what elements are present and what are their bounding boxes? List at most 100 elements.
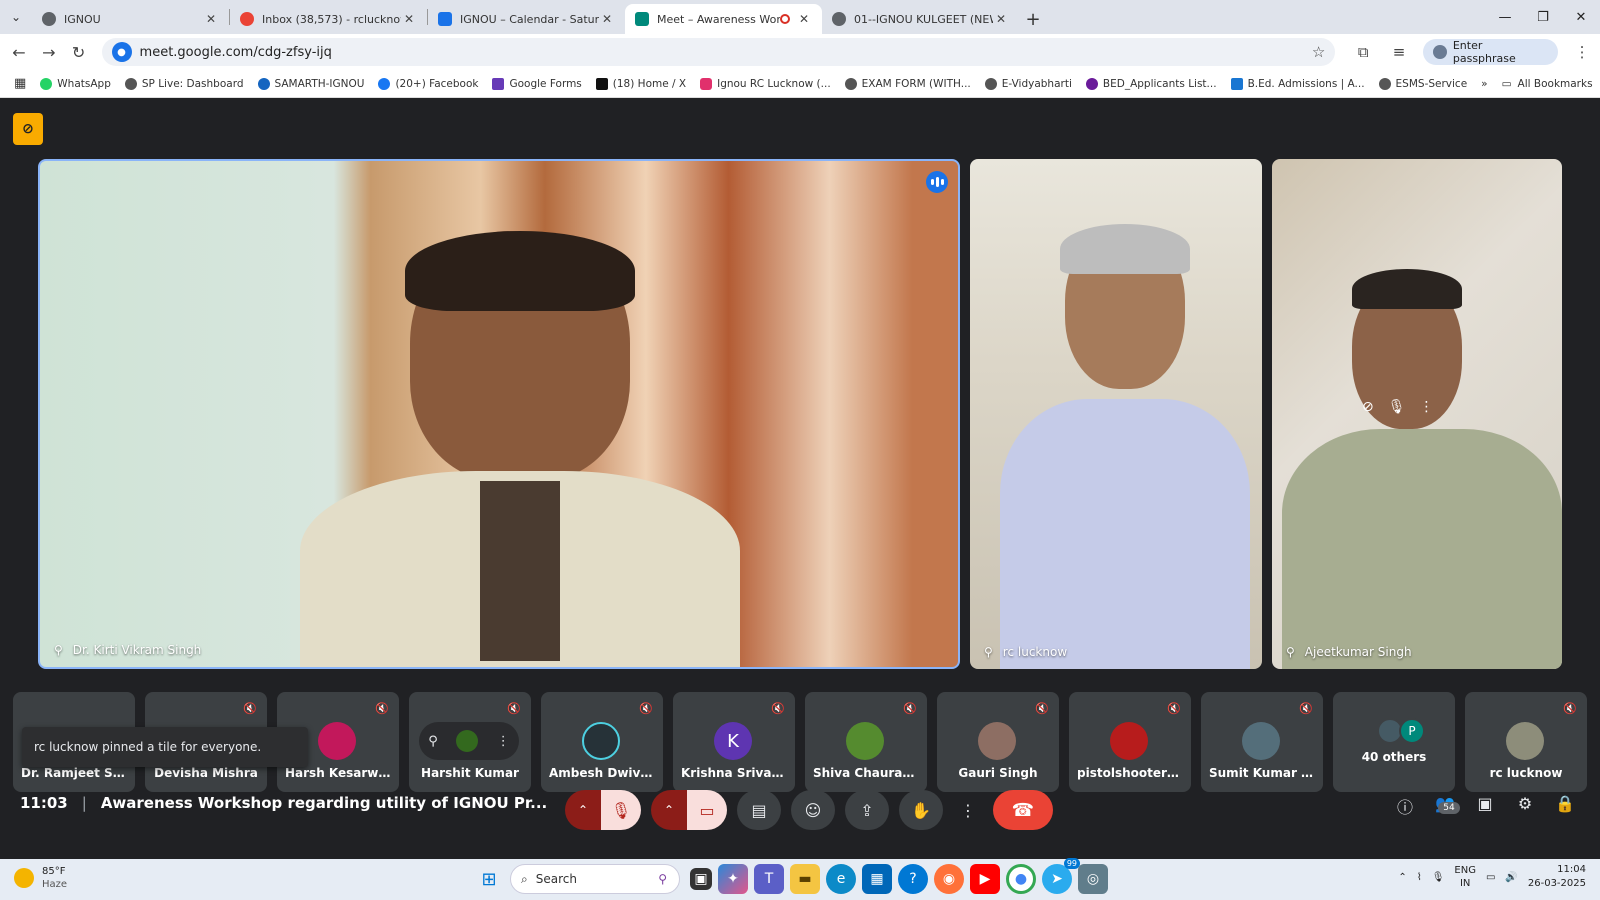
chrome-icon[interactable]: ● (1006, 864, 1036, 894)
copilot-icon[interactable]: ✦ (718, 864, 748, 894)
display-icon[interactable]: ▭ (1486, 872, 1495, 883)
unpin-icon[interactable]: ⊘ (1362, 399, 1374, 415)
pin-icon[interactable]: ⚲ (1286, 645, 1295, 659)
participant-tile[interactable]: 🔇 Ambesh Dwivedi (541, 692, 663, 792)
raise-hand-button[interactable]: ✋ (899, 790, 943, 830)
participant-tile[interactable]: 🔇 rc lucknow (1465, 692, 1587, 792)
chevron-up-icon[interactable]: ⌃ (1398, 872, 1406, 883)
extensions-icon[interactable]: ⧉ (1345, 43, 1381, 61)
windows-start-icon[interactable]: ⊞ (474, 864, 504, 894)
video-tile-main[interactable]: ⚲ Dr. Kirti Vikram Singh (38, 159, 960, 669)
bookmark-facebook[interactable]: (20+) Facebook (371, 77, 485, 90)
close-icon[interactable]: ✕ (599, 12, 615, 26)
url-bar[interactable]: ● meet.google.com/cdg-zfsy-ijq ☆ (101, 38, 1336, 66)
bookmark-instagram[interactable]: Ignou RC Lucknow (... (693, 77, 838, 90)
participant-tile[interactable]: 🔇 pistolshootera... (1069, 692, 1191, 792)
help-icon[interactable]: ? (898, 864, 928, 894)
bookmark-bed-applicants[interactable]: BED_Applicants List... (1079, 77, 1224, 90)
tab-calendar[interactable]: IGNOU – Calendar - Saturday, 2 ✕ (428, 4, 625, 34)
people-button[interactable]: 👥54 (1434, 794, 1460, 832)
participant-tile[interactable]: 🔇 Sumit Kumar V... (1201, 692, 1323, 792)
bookmark-google-forms[interactable]: Google Forms (485, 77, 588, 90)
host-controls-lock-icon[interactable]: 🔒 (1554, 794, 1576, 832)
restore-icon[interactable]: ❐ (1524, 10, 1562, 25)
video-tile-rc-lucknow[interactable]: ⚲ rc lucknow (970, 159, 1262, 669)
close-icon[interactable]: ✕ (796, 12, 812, 26)
captions-off-icon[interactable]: ⊘ (13, 113, 43, 145)
edge-icon[interactable]: e (826, 864, 856, 894)
language-indicator[interactable]: ENG IN (1454, 864, 1476, 890)
bookmark-whatsapp[interactable]: WhatsApp (33, 77, 118, 90)
weather-widget[interactable]: 85°F Haze (14, 865, 67, 891)
all-bookmarks[interactable]: ▭ All Bookmarks (1495, 78, 1600, 90)
sheet-icon (1230, 77, 1243, 90)
activities-icon[interactable]: ⚙ (1514, 794, 1536, 832)
more-options-icon[interactable]: ⋮ (1420, 399, 1434, 415)
forward-arrow-icon[interactable]: → (34, 43, 64, 62)
camera-off-button[interactable]: ▭ (687, 790, 727, 830)
bookmark-x[interactable]: (18) Home / X (589, 77, 693, 90)
telegram-icon[interactable]: ➤ 99 (1042, 858, 1080, 894)
participant-tile[interactable]: 🔇 ⚲ ⋮ Harshit Kumar (409, 692, 531, 792)
more-bookmarks-icon[interactable]: » (1474, 78, 1494, 90)
firefox-icon[interactable]: ◉ (934, 864, 964, 894)
task-view-icon[interactable]: ▣ (690, 868, 712, 890)
bookmark-samarth[interactable]: SAMARTH-IGNOU (251, 77, 372, 90)
tab-gmail[interactable]: Inbox (38,573) - rclucknow@ign ✕ (230, 4, 427, 34)
more-options-button[interactable]: ⋮ (953, 790, 983, 830)
others-tile[interactable]: P 40 others (1333, 692, 1455, 792)
close-icon[interactable]: ✕ (203, 12, 219, 26)
minimize-icon[interactable]: — (1486, 10, 1524, 25)
tab-search-chevron-icon[interactable]: ⌄ (0, 0, 32, 34)
tab-ignou[interactable]: IGNOU ✕ (32, 4, 229, 34)
volume-icon[interactable]: 🔊 (1505, 872, 1517, 883)
mic-off-button[interactable]: 🎙 (601, 790, 641, 830)
passphrase-button[interactable]: Enter passphrase (1422, 39, 1559, 65)
bookmark-exam-form[interactable]: EXAM FORM (WITH... (838, 77, 978, 90)
reactions-button[interactable]: ☺ (791, 790, 835, 830)
chat-icon[interactable]: ▣ (1474, 794, 1496, 832)
participant-tile[interactable]: 🔇 Shiva Chaurasiya (805, 692, 927, 792)
present-button[interactable]: ⇪ (845, 790, 889, 830)
youtube-icon[interactable]: ▶ (970, 864, 1000, 894)
taskbar-search[interactable]: ⌕ Search ⚲ (510, 864, 680, 894)
camera-icon[interactable]: ◎ (1078, 864, 1108, 894)
menu-kebab-icon[interactable]: ⋮ (1564, 43, 1600, 61)
close-icon[interactable]: ✕ (993, 12, 1009, 26)
network-icon[interactable]: ⌇ (1417, 872, 1422, 883)
more-options-icon[interactable]: ⋮ (497, 734, 510, 749)
apps-grid-icon[interactable]: ▦ (0, 76, 33, 91)
new-tab-plus-icon[interactable]: + (1019, 4, 1047, 34)
audio-options-chevron-icon[interactable]: ⌃ (565, 790, 601, 830)
file-explorer-icon[interactable]: ▬ (790, 864, 820, 894)
captions-button[interactable]: ▤ (737, 790, 781, 830)
bookmark-e-vidyabharti[interactable]: E-Vidyabharti (978, 77, 1079, 90)
tab-kulgeet[interactable]: 01--IGNOU KULGEET (NEW).mp ✕ (822, 4, 1019, 34)
store-icon[interactable]: ▦ (862, 864, 892, 894)
leave-call-button[interactable]: ☎ (993, 790, 1053, 830)
participant-tile[interactable]: 🔇 Gauri Singh (937, 692, 1059, 792)
close-icon[interactable]: ✕ (401, 12, 417, 26)
meeting-details-info-icon[interactable]: ⓘ (1394, 794, 1416, 832)
bookmark-esms[interactable]: ESMS-Service (1372, 77, 1475, 90)
bookmark-bed-admissions[interactable]: B.Ed. Admissions | A... (1224, 77, 1372, 90)
video-options-chevron-icon[interactable]: ⌃ (651, 790, 687, 830)
reload-icon[interactable]: ↻ (64, 43, 94, 62)
bookmark-star-icon[interactable]: ☆ (1312, 43, 1325, 61)
pin-icon[interactable]: ⚲ (428, 734, 438, 749)
participant-tile[interactable]: 🔇 K Krishna Srivast... (673, 692, 795, 792)
video-tile-ajeetkumar[interactable]: ⊘ 🎙 ⋮ ⚲ Ajeetkumar Singh (1272, 159, 1562, 669)
media-controls-icon[interactable]: ≡ (1381, 43, 1417, 61)
pin-icon[interactable]: ⚲ (54, 643, 63, 657)
bookmark-sp-live[interactable]: SP Live: Dashboard (118, 77, 251, 90)
system-clock[interactable]: 11:04 26-03-2025 (1528, 863, 1586, 891)
pin-icon[interactable]: ⚲ (984, 645, 993, 659)
tab-meet[interactable]: Meet – Awareness Worksho ✕ (625, 4, 822, 34)
microphone-icon[interactable]: 🎙 (1432, 872, 1445, 883)
mic-site-icon[interactable]: ● (111, 42, 132, 62)
back-arrow-icon[interactable]: ← (4, 43, 34, 62)
teams-icon[interactable]: T (754, 864, 784, 894)
mic-off-icon: 🔇 (639, 702, 653, 715)
close-window-icon[interactable]: ✕ (1562, 10, 1600, 25)
mic-icon[interactable]: 🎙 (1388, 399, 1406, 415)
